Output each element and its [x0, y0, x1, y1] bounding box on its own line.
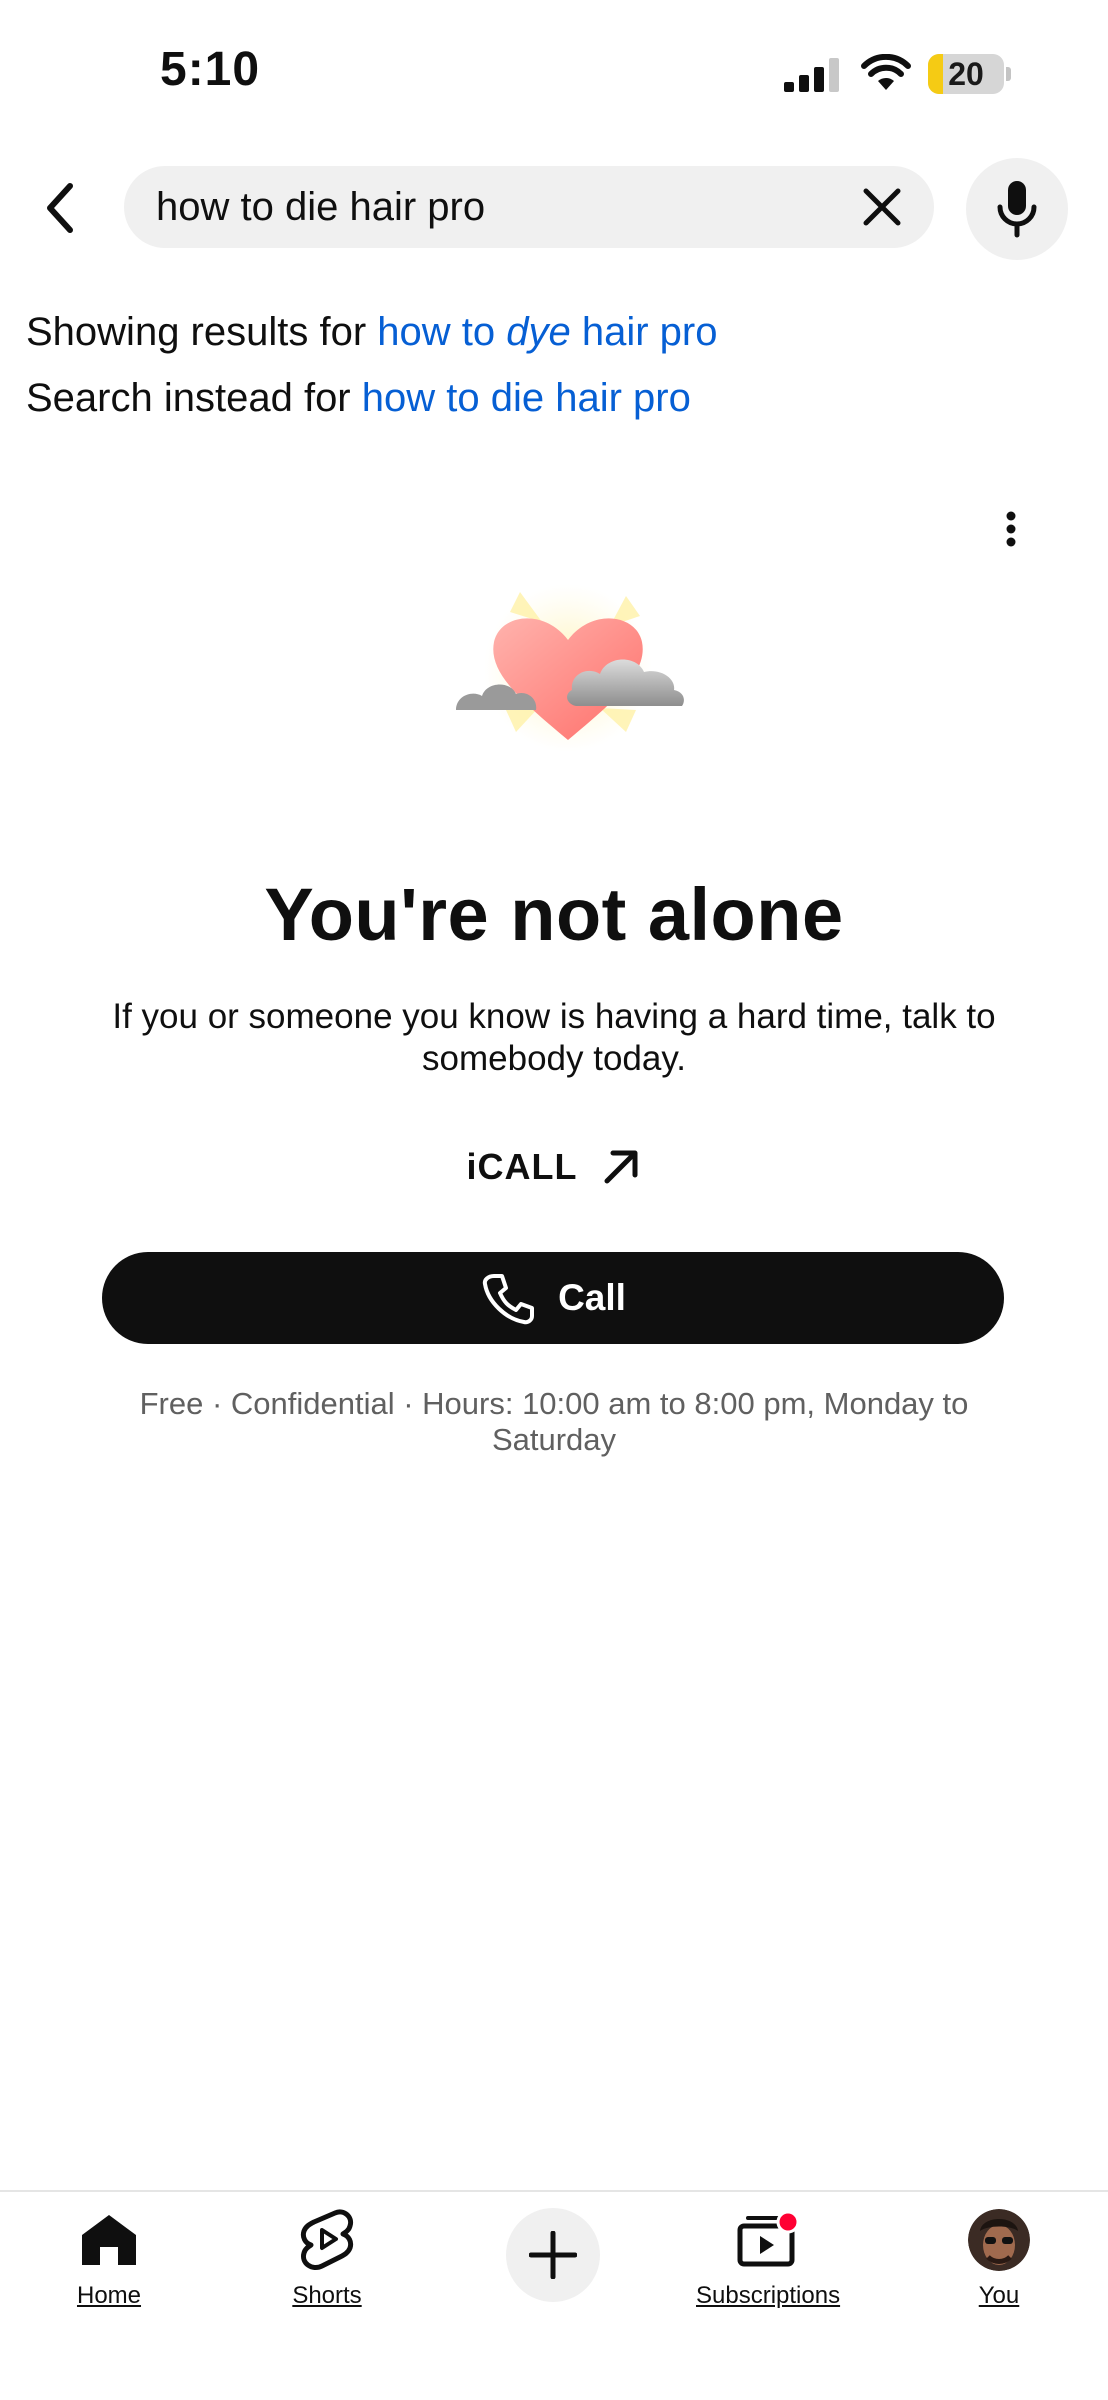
provider-name: iCALL	[466, 1146, 578, 1187]
back-button[interactable]	[28, 168, 92, 248]
home-icon	[82, 2215, 136, 2265]
arrow-up-right-icon	[604, 1150, 638, 1184]
notification-dot	[776, 2210, 800, 2234]
phone-icon	[482, 1274, 535, 1325]
provider-link[interactable]: iCALL	[0, 1146, 1108, 1188]
microphone-icon	[997, 181, 1037, 238]
nav-subscriptions[interactable]: Subscriptions	[696, 2206, 840, 2310]
call-button-label: Call	[558, 1277, 626, 1318]
nav-you-label: You	[978, 2282, 1020, 2309]
cellular-signal-icon	[784, 58, 839, 92]
nav-subscriptions-label: Subscriptions	[696, 2282, 841, 2309]
crisis-headline: You're not alone	[264, 873, 844, 956]
nav-you[interactable]: You	[964, 2206, 1034, 2310]
battery-percent: 20	[948, 56, 984, 92]
corrected-word: dye	[506, 310, 571, 354]
bottom-nav: Home Shorts Subscriptions You	[0, 2190, 1108, 2400]
search-instead-label: Search instead for	[26, 376, 351, 420]
voice-search-button[interactable]	[966, 158, 1068, 260]
nav-shorts[interactable]: Shorts	[292, 2206, 362, 2310]
create-button[interactable]	[506, 2208, 600, 2302]
corrected-query-link[interactable]: how to dye hair pro	[377, 310, 717, 354]
status-bar: 5:10 20	[0, 0, 1108, 140]
original-query-link[interactable]: how to die hair pro	[362, 376, 691, 420]
nav-shorts-label: Shorts	[292, 2282, 362, 2309]
search-instead-for: Search instead for how to die hair pro	[26, 376, 691, 421]
close-icon	[863, 188, 901, 226]
heart-with-clouds-icon	[456, 584, 684, 752]
wifi-icon	[861, 54, 911, 90]
avatar	[968, 2209, 1030, 2271]
subscriptions-icon	[737, 2210, 800, 2267]
nav-home-label: Home	[76, 2282, 142, 2309]
more-vertical-icon	[1006, 511, 1016, 547]
service-details: Free · Confidential · Hours: 10:00 am to…	[139, 1386, 969, 1457]
plus-icon	[529, 2231, 577, 2279]
showing-results-label: Showing results for	[26, 310, 367, 354]
shorts-icon	[300, 2209, 354, 2270]
clear-search-button[interactable]	[856, 181, 908, 233]
nav-home[interactable]: Home	[74, 2206, 144, 2310]
chevron-left-icon	[47, 183, 73, 233]
search-query-text: how to die hair pro	[156, 185, 486, 229]
battery-indicator: 20	[928, 54, 1011, 94]
crisis-message: If you or someone you know is having a h…	[112, 997, 996, 1078]
call-button[interactable]: Call	[102, 1252, 1004, 1344]
showing-results-for: Showing results for how to dye hair pro	[26, 310, 718, 355]
more-options-button[interactable]	[990, 506, 1032, 552]
search-input[interactable]: how to die hair pro	[124, 166, 934, 248]
status-time: 5:10	[160, 43, 261, 96]
